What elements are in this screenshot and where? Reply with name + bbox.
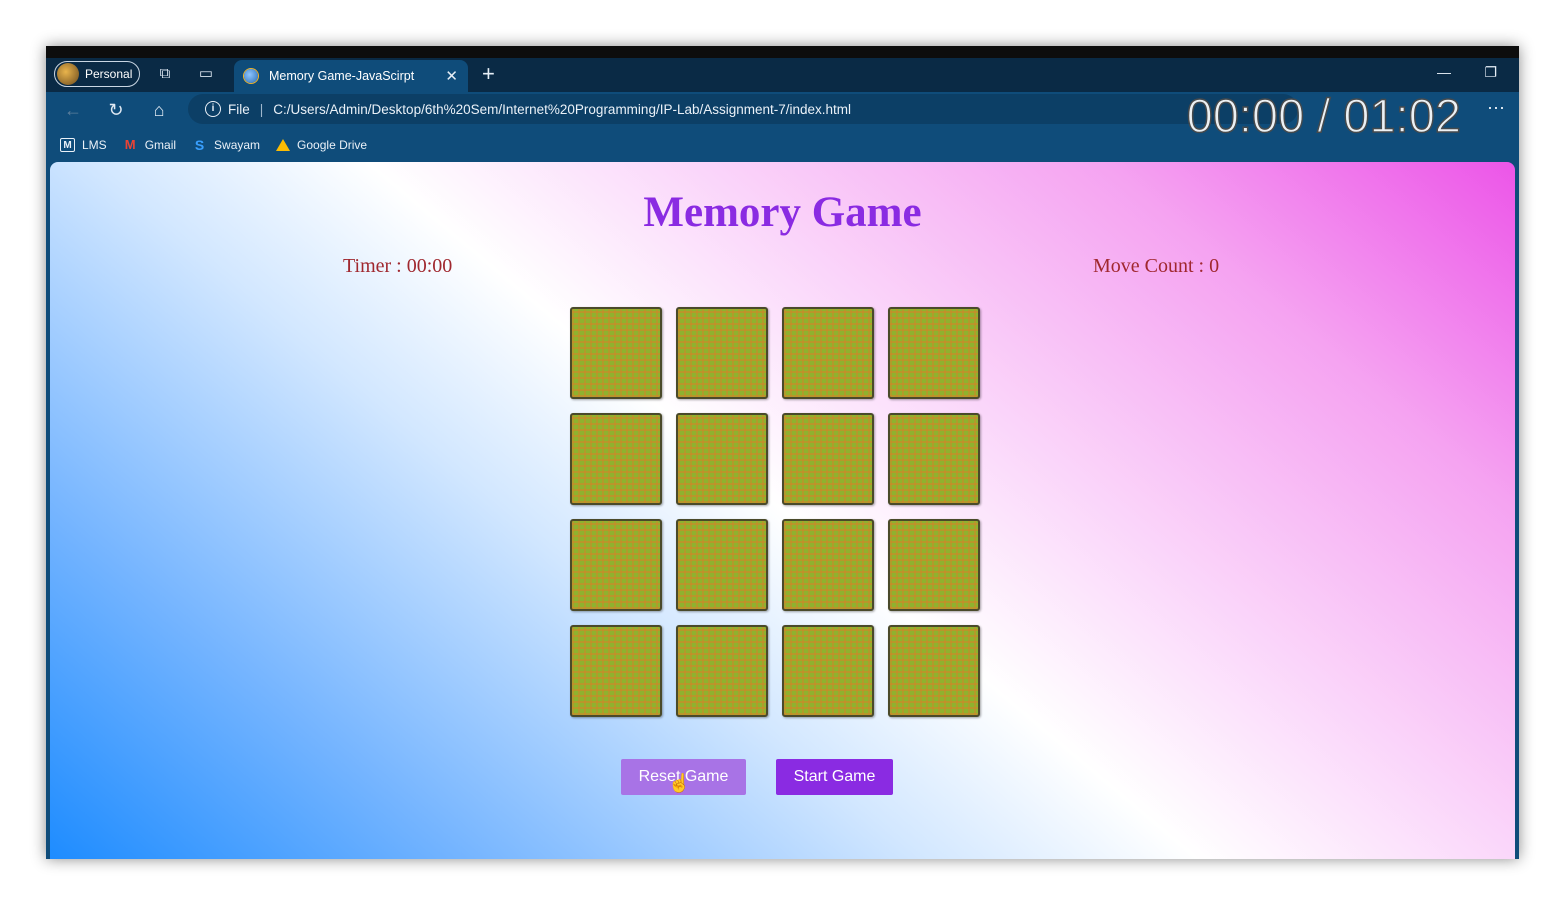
close-tab-icon[interactable]: ✕ bbox=[445, 67, 458, 85]
card-grid bbox=[570, 307, 982, 717]
bookmark-lms[interactable]: M LMS bbox=[60, 138, 107, 152]
bookmark-label: Swayam bbox=[214, 138, 261, 152]
back-icon[interactable]: ← bbox=[62, 99, 84, 121]
bookmark-label: Gmail bbox=[144, 138, 177, 152]
memory-card[interactable] bbox=[676, 413, 768, 505]
memory-card[interactable] bbox=[676, 307, 768, 399]
memory-card[interactable] bbox=[782, 307, 874, 399]
memory-card[interactable] bbox=[888, 519, 980, 611]
memory-card[interactable] bbox=[570, 625, 662, 717]
bookmarks-bar: M LMS M Gmail S Swayam Google Drive bbox=[46, 128, 1519, 162]
tab-strip: Personal ⧉ ▭ Memory Game-JavaScirpt ✕ + … bbox=[46, 58, 1519, 92]
bookmark-label: LMS bbox=[82, 138, 107, 152]
page-viewport: Memory Game Timer : 00:00 Move Count : 0… bbox=[50, 162, 1515, 859]
gmail-icon: M bbox=[124, 137, 136, 152]
memory-card[interactable] bbox=[888, 413, 980, 505]
profile-avatar bbox=[57, 63, 79, 85]
swayam-icon: S bbox=[194, 137, 205, 153]
tab-favicon-icon bbox=[244, 69, 258, 83]
lms-icon: M bbox=[60, 138, 75, 152]
memory-card[interactable] bbox=[570, 519, 662, 611]
profile-label: Personal bbox=[85, 67, 133, 81]
bookmark-label: Google Drive bbox=[297, 138, 368, 152]
refresh-icon[interactable]: ↻ bbox=[105, 99, 127, 121]
memory-card[interactable] bbox=[782, 413, 874, 505]
reset-game-button[interactable]: Reset Game bbox=[621, 759, 746, 795]
google-drive-icon bbox=[276, 139, 291, 151]
memory-card[interactable] bbox=[676, 519, 768, 611]
home-icon[interactable]: ⌂ bbox=[148, 99, 170, 121]
tab-memory-game[interactable]: Memory Game-JavaScirpt ✕ bbox=[234, 60, 468, 92]
memory-card[interactable] bbox=[888, 307, 980, 399]
more-menu-icon[interactable]: ⋯ bbox=[1487, 98, 1505, 119]
memory-card[interactable] bbox=[782, 519, 874, 611]
page-title: Memory Game bbox=[643, 189, 922, 236]
new-tab-icon[interactable]: + bbox=[482, 62, 495, 86]
site-info-icon[interactable]: i bbox=[205, 101, 221, 117]
start-game-button[interactable]: Start Game bbox=[776, 759, 893, 795]
profile-button[interactable]: Personal bbox=[54, 61, 140, 87]
navigation-bar: ← ↻ ⌂ i File | C:/Users/Admin/Desktop/6t… bbox=[46, 88, 1519, 143]
memory-card[interactable] bbox=[570, 307, 662, 399]
address-scheme-label: File bbox=[228, 101, 250, 117]
bookmark-swayam[interactable]: S Swayam bbox=[192, 138, 260, 152]
tab-actions-icon[interactable]: ▭ bbox=[197, 65, 215, 83]
minimize-icon[interactable]: — bbox=[1437, 64, 1451, 80]
bookmark-google-drive[interactable]: Google Drive bbox=[276, 138, 367, 152]
workspaces-icon[interactable]: ⧉ bbox=[156, 65, 174, 83]
memory-card[interactable] bbox=[782, 625, 874, 717]
bookmark-gmail[interactable]: M Gmail bbox=[123, 137, 177, 153]
timer-display: Timer : 00:00 bbox=[343, 255, 453, 277]
address-url[interactable]: C:/Users/Admin/Desktop/6th%20Sem/Interne… bbox=[273, 102, 851, 117]
memory-card[interactable] bbox=[888, 625, 980, 717]
restore-icon[interactable]: ❐ bbox=[1484, 64, 1497, 81]
memory-card[interactable] bbox=[570, 413, 662, 505]
move-count-display: Move Count : 0 bbox=[1093, 255, 1220, 277]
tab-title: Memory Game-JavaScirpt bbox=[269, 69, 415, 83]
memory-card[interactable] bbox=[676, 625, 768, 717]
address-bar[interactable]: i File | C:/Users/Admin/Desktop/6th%20Se… bbox=[188, 94, 1298, 124]
address-separator: | bbox=[259, 101, 264, 117]
browser-window: Personal ⧉ ▭ Memory Game-JavaScirpt ✕ + … bbox=[46, 46, 1519, 859]
